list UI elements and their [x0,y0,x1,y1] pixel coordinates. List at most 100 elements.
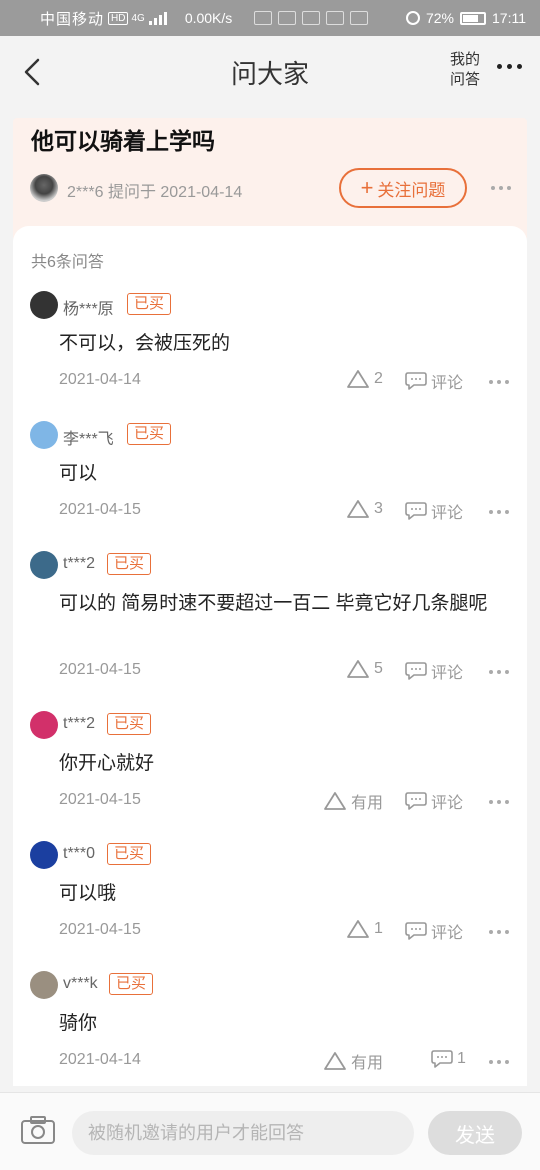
comment-button[interactable]: 1 [431,1049,466,1069]
comment-label: 评论 [431,505,464,522]
answer-date: 2021-04-15 [59,501,141,518]
answerer-avatar[interactable] [30,971,58,999]
answer-content: 可以的 简易时速不要超过一百二 毕竟它好几条腿呢 [59,593,488,614]
battery-percent: 72% [425,10,454,26]
comment-bubble-icon [405,372,427,390]
answer-more-icon[interactable] [489,1060,509,1064]
answerer-name: v***k [63,975,98,992]
answers-panel: 共6条问答 杨***原 已买 不可以，会被压死的 2021-04-14 2 评论 [13,226,527,1086]
answer-item: 杨***原 已买 不可以，会被压死的 2021-04-14 2 评论 [13,291,527,401]
purchased-badge: 已买 [107,553,152,575]
answer-content: 可以哦 [59,883,117,904]
answer-more-icon[interactable] [489,380,509,384]
plus-icon: + [360,175,374,200]
comment-button[interactable]: 评论 [405,499,463,523]
follow-label: 关注问题 [377,180,446,200]
answerer-avatar[interactable] [30,711,58,739]
answer-more-icon[interactable] [489,930,509,934]
answer-item: t***2 已买 可以的 简易时速不要超过一百二 毕竟它好几条腿呢 2021-0… [13,551,527,691]
network-speed: 0.00K/s [184,10,233,26]
like-count: 1 [374,920,383,937]
comment-label: 评论 [431,375,464,392]
answerer-name: t***2 [63,555,96,572]
answerer-name: 杨***原 [63,301,114,318]
like-count: 有用 [351,1055,384,1072]
answer-date: 2021-04-15 [59,791,141,808]
alarm-icon [405,11,420,25]
comment-bubble-icon [431,1050,453,1068]
answerer-name: t***2 [63,715,96,732]
answerer-avatar[interactable] [30,421,58,449]
my-qa-label-line1: 我的 [450,51,481,68]
comment-bubble-icon [405,502,427,520]
comment-label: 评论 [431,795,464,812]
answer-content: 你开心就好 [59,753,155,774]
like-triangle-icon [347,660,369,678]
status-bar: 中国移动 HD 4G 0.00K/s 72% 17:11 [0,0,540,36]
answer-item: 李***飞 已买 可以 2021-04-15 3 评论 [13,421,527,531]
my-qa-button[interactable]: 我的 问答 [450,50,486,90]
battery-icon [460,11,486,25]
send-button[interactable]: 发送 [428,1111,522,1155]
clock: 17:11 [492,10,526,26]
answer-more-icon[interactable] [489,800,509,804]
answerer-name: t***0 [63,845,96,862]
asked-date: 提问于 2021-04-14 [107,184,243,201]
reply-input[interactable] [72,1111,414,1155]
purchased-badge: 已买 [127,423,172,445]
answerer-name: 李***飞 [63,431,114,448]
camera-icon[interactable] [20,1115,56,1145]
answer-date: 2021-04-15 [59,661,141,678]
like-triangle-icon [324,792,346,810]
reply-bar: 发送 [0,1092,540,1170]
answer-item: v***k 已买 骑你 2021-04-14 有用 1 [13,971,527,1081]
answerer-avatar[interactable] [30,551,58,579]
hd-indicator: HD [108,11,129,25]
like-triangle-icon [347,500,369,518]
comment-button[interactable]: 评论 [405,919,463,943]
answerer-avatar[interactable] [30,841,58,869]
comment-label: 评论 [431,925,464,942]
like-button[interactable]: 3 [346,499,383,519]
asker-avatar[interactable] [30,174,58,202]
answer-content: 可以 [59,463,98,484]
comment-label: 评论 [431,665,464,682]
like-button[interactable]: 1 [346,919,383,939]
asker-info: 2***6 提问于 2021-04-14 [67,178,242,202]
purchased-badge: 已买 [109,973,154,995]
question-more-icon[interactable] [491,186,511,190]
answer-date: 2021-04-14 [59,1051,141,1068]
like-button[interactable]: 有用 [323,1049,383,1073]
asker-name: 2***6 [67,184,104,201]
comment-button[interactable]: 评论 [405,369,463,393]
more-menu-icon[interactable] [497,64,522,69]
like-button[interactable]: 5 [346,659,383,679]
like-triangle-icon [347,920,369,938]
like-count: 5 [374,660,383,677]
carrier-name: 中国移动 [40,10,105,28]
answer-content: 骑你 [59,1013,98,1034]
question-card: 他可以骑着上学吗 2***6 提问于 2021-04-14 + 关注问题 [13,118,527,238]
answerer-avatar[interactable] [30,291,58,319]
like-button[interactable]: 2 [346,369,383,389]
comment-button[interactable]: 评论 [405,789,463,813]
answer-item: t***2 已买 你开心就好 2021-04-15 有用 评论 [13,711,527,821]
comment-bubble-icon [405,792,427,810]
purchased-badge: 已买 [107,843,152,865]
my-qa-label-line2: 问答 [450,71,481,88]
comment-label: 1 [457,1050,466,1067]
purchased-badge: 已买 [127,293,172,315]
comment-button[interactable]: 评论 [405,659,463,683]
like-triangle-icon [347,370,369,388]
comment-bubble-icon [405,662,427,680]
answer-content: 不可以，会被压死的 [59,333,231,354]
answer-item: t***0 已买 可以哦 2021-04-15 1 评论 [13,841,527,951]
network-type: 4G [131,12,145,24]
answer-more-icon[interactable] [489,510,509,514]
signal-icon [148,11,167,25]
like-button[interactable]: 有用 [323,789,383,813]
follow-question-button[interactable]: + 关注问题 [339,168,467,208]
answer-more-icon[interactable] [489,670,509,674]
like-count: 3 [374,500,383,517]
purchased-badge: 已买 [107,713,152,735]
